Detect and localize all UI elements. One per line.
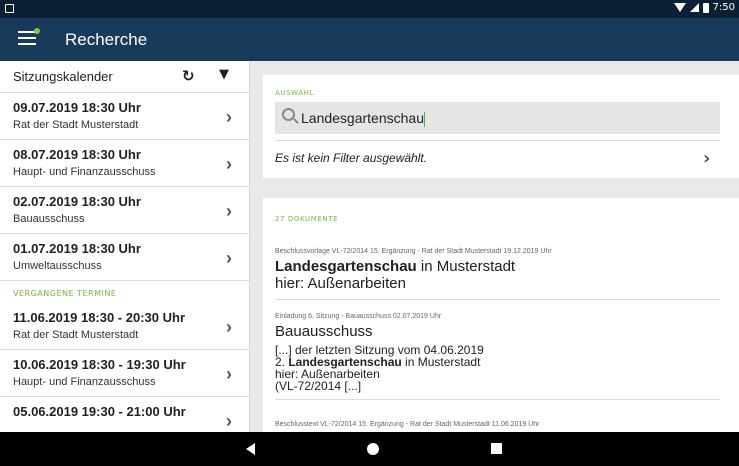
status-time: 7:50 [712,2,735,13]
meeting-item[interactable]: 10.06.2019 18:30 - 19:30 Uhr Haupt- und … [0,350,249,397]
meeting-item[interactable]: 01.07.2019 18:30 Uhr Umweltausschuss › [0,234,249,281]
back-icon[interactable] [246,443,255,455]
menu-icon[interactable] [18,28,40,45]
meeting-calendar-panel: Sitzungskalender ↻ ▼ 09.07.2019 18:30 Uh… [0,61,250,432]
chevron-right-icon: › [226,154,232,174]
snippet-line: (VL-72/2014 [...] [275,379,362,393]
chevron-right-icon: › [226,248,232,268]
document-subtitle: hier: Außenarbeiten [275,275,406,292]
meeting-date: 08.07.2019 18:30 Uhr [13,147,141,162]
document-result[interactable]: Beschlussvorlage VL-72/2014 15. Ergänzun… [275,248,720,300]
chevron-right-icon: › [226,364,232,384]
meeting-date: 11.06.2019 18:30 - 20:30 Uhr [13,310,186,325]
past-meetings-label: VERGANGENE TERMINE [13,289,117,298]
document-title: Landesgartenschau in Musterstadt [275,258,720,275]
recent-apps-icon[interactable] [491,443,502,454]
divider [275,399,720,400]
meeting-date: 05.06.2019 19:30 - 21:00 Uhr [13,404,186,419]
search-icon [282,108,295,121]
home-icon[interactable] [367,443,379,455]
document-title: Bauausschuss [275,323,373,340]
meeting-committee: Bauausschuss [13,213,85,225]
text-cursor [424,111,425,127]
meeting-date: 09.07.2019 18:30 Uhr [13,100,141,115]
search-input-value: Landesgartenschau [301,110,424,126]
meeting-item[interactable]: 05.06.2019 19:30 - 21:00 Uhr › [0,397,249,432]
divider [275,299,720,300]
divider [275,140,720,141]
document-result[interactable]: Einladung 6. Sitzung - Bauausschuss 02.0… [275,313,720,400]
meeting-date: 10.06.2019 18:30 - 19:30 Uhr [13,357,186,372]
meeting-item[interactable]: 08.07.2019 18:30 Uhr Haupt- und Finanzau… [0,140,249,187]
document-meta: Beschlussvorlage VL-72/2014 15. Ergänzun… [275,248,552,255]
calendar-header: Sitzungskalender ↻ ▼ [0,61,249,93]
meeting-date: 02.07.2019 18:30 Uhr [13,194,141,209]
calendar-header-label: Sitzungskalender [13,69,113,84]
meeting-committee: Rat der Stadt Musterstadt [13,329,139,341]
chevron-right-icon[interactable]: › [703,148,710,169]
document-meta: Einladung 6. Sitzung - Bauausschuss 02.0… [275,313,442,320]
filter-icon[interactable]: ▼ [219,67,229,82]
documents-card: 27 DOKUMENTE Beschlussvorlage VL-72/2014… [263,198,739,434]
chevron-right-icon: › [226,317,232,337]
chevron-right-icon: › [226,411,232,431]
notification-icon [5,4,14,13]
app-title: Recherche [65,30,148,49]
meeting-item[interactable]: 11.06.2019 18:30 - 20:30 Uhr Rat der Sta… [0,303,249,350]
refresh-icon[interactable]: ↻ [182,67,195,85]
selection-card: AUSWAHL Landesgartenschau Es ist kein Fi… [263,75,739,178]
meeting-committee: Haupt- und Finanzausschuss [13,376,156,388]
meeting-date: 01.07.2019 18:30 Uhr [13,241,141,256]
document-result[interactable]: Beschlusstext VL-72/2014 15. Ergänzung -… [275,421,720,428]
app-bar: Recherche [0,18,739,61]
meeting-item[interactable]: 09.07.2019 18:30 Uhr Rat der Stadt Muste… [0,93,249,140]
filter-status-text[interactable]: Es ist kein Filter ausgewählt. [275,151,427,165]
chevron-right-icon: › [226,107,232,127]
past-meetings-section-header: VERGANGENE TERMINE [0,281,249,303]
document-meta: Beschlusstext VL-72/2014 15. Ergänzung -… [275,421,540,428]
document-title-rest: in Musterstadt [416,258,516,275]
meeting-item[interactable]: 02.07.2019 18:30 Uhr Bauausschuss › [0,187,249,234]
chevron-right-icon: › [226,201,232,221]
document-count-label: 27 DOKUMENTE [275,215,339,223]
meeting-committee: Rat der Stadt Musterstadt [13,119,139,131]
menu-badge-dot [34,28,40,34]
wifi-icon [673,3,686,12]
status-bar: 7:50 [0,0,739,18]
selection-label: AUSWAHL [275,89,315,97]
search-hit-highlight: Landesgartenschau [275,258,417,275]
battery-icon [702,2,709,13]
meeting-committee: Umweltausschuss [13,260,102,272]
search-input[interactable]: Landesgartenschau [275,102,720,134]
document-snippet: [...] der letzten Sitzung vom 04.06.2019… [275,344,720,392]
signal-icon [689,3,699,12]
meeting-committee: Haupt- und Finanzausschuss [13,166,156,178]
snippet-rest: in Musterstadt [401,355,481,369]
system-navigation-bar [0,432,739,466]
